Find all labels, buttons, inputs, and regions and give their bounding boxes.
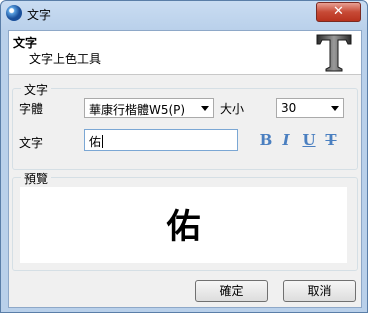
t-logo-icon	[316, 34, 352, 72]
preview-group-title: 預覽	[21, 170, 52, 187]
strikethrough-button[interactable]: T	[322, 131, 340, 149]
chevron-down-icon	[331, 106, 339, 111]
bold-icon: B	[259, 131, 273, 149]
dialog-client: 文字 文字上色工具 文字 字體 華康行楷體W5(P) 大小 30 文字 佑 B …	[8, 30, 362, 308]
preview-area: 佑	[20, 187, 347, 263]
strikethrough-icon: T	[325, 131, 337, 149]
text-input-value: 佑	[89, 135, 104, 149]
text-input[interactable]: 佑	[84, 129, 238, 151]
dialog-window: 文字 ✕ 文字 文字上色工具 文字 字體 華康行楷體W5(P) 大小 30 文字…	[0, 0, 368, 313]
text-group-title: 文字	[21, 81, 52, 98]
header-title: 文字	[13, 36, 38, 50]
font-label: 字體	[19, 102, 44, 116]
header-subtitle: 文字上色工具	[29, 52, 102, 66]
text-label: 文字	[19, 136, 44, 150]
font-select[interactable]: 華康行楷體W5(P)	[84, 98, 214, 118]
cancel-button[interactable]: 取消	[283, 280, 356, 302]
ok-button[interactable]: 確定	[195, 280, 268, 302]
title-bar[interactable]: 文字 ✕	[1, 1, 367, 27]
chevron-down-icon	[201, 106, 209, 111]
italic-button[interactable]: I	[277, 131, 295, 149]
underline-button[interactable]: U	[300, 131, 318, 149]
size-select-value: 30	[281, 101, 297, 115]
app-icon	[6, 5, 22, 21]
bold-button[interactable]: B	[257, 131, 275, 149]
window-title: 文字	[27, 8, 52, 22]
underline-icon: U	[302, 131, 316, 149]
size-label: 大小	[220, 102, 245, 116]
font-select-value: 華康行楷體W5(P)	[89, 103, 186, 117]
dialog-header: 文字 文字上色工具	[9, 31, 361, 75]
preview-text: 佑	[166, 207, 201, 247]
close-button[interactable]: ✕	[316, 2, 361, 22]
size-select[interactable]: 30	[276, 98, 344, 118]
italic-icon: I	[282, 131, 290, 149]
